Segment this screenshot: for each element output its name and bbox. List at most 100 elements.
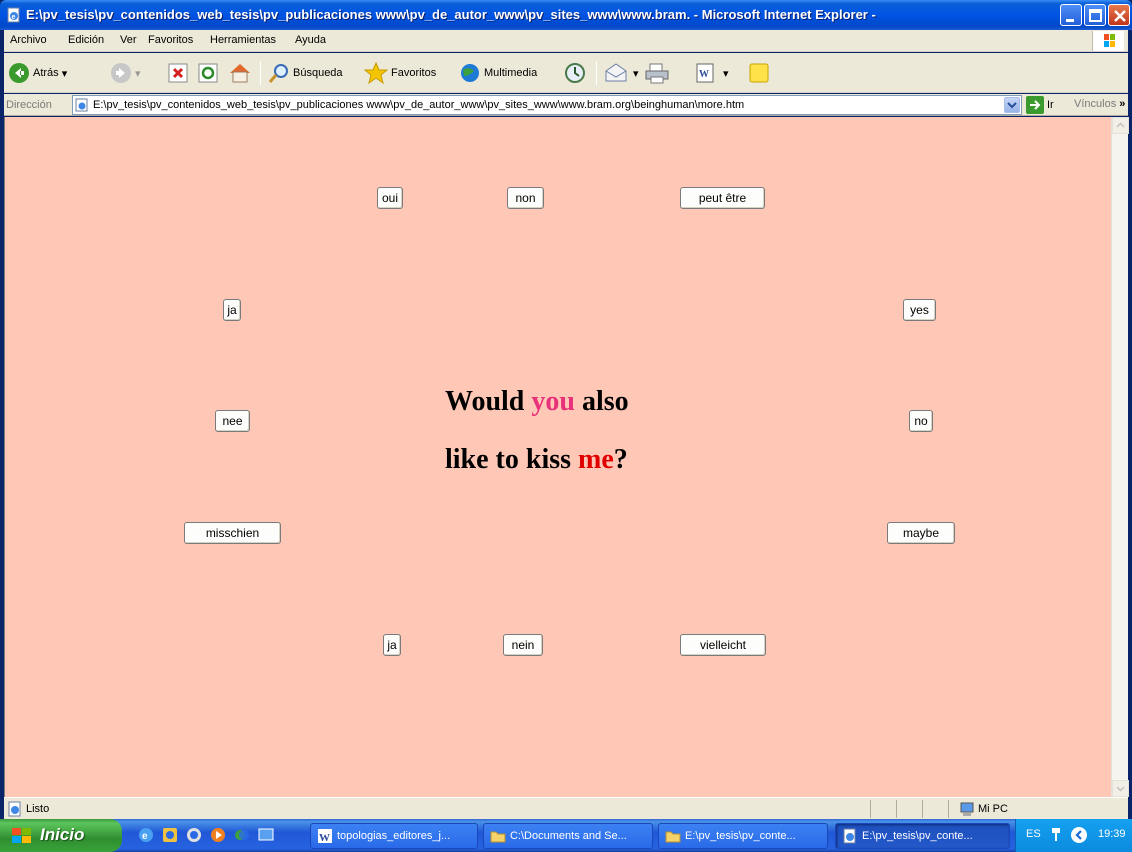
search-icon (268, 64, 288, 83)
mail-dropdown-icon[interactable]: ▾ (633, 67, 639, 80)
search-label: Búsqueda (293, 67, 343, 79)
menu-edicion[interactable]: Edición (68, 34, 104, 46)
minimize-button[interactable] (1060, 4, 1082, 26)
refresh-button[interactable] (198, 61, 218, 85)
scroll-down-button[interactable] (1112, 780, 1129, 797)
question-line-2: like to kiss me? (445, 431, 765, 489)
taskbar-item-ie-active[interactable]: E:\pv_tesis\pv_conte... (835, 823, 1010, 849)
note-icon (749, 63, 769, 83)
answer-button-maybe[interactable]: maybe (887, 522, 955, 544)
edit-word-button[interactable]: W ▾ (694, 61, 729, 85)
answer-button-peut-etre[interactable]: peut être (680, 187, 765, 209)
answer-button-nee[interactable]: nee (215, 410, 250, 432)
address-dropdown-button[interactable] (1004, 97, 1020, 113)
links-text: Vínculos (1074, 98, 1117, 110)
stop-button[interactable] (168, 61, 188, 85)
back-button[interactable]: Atrás ▾ (8, 61, 67, 85)
minimize-icon (1066, 19, 1074, 22)
maximize-button[interactable] (1084, 4, 1106, 26)
back-arrow-icon (9, 63, 29, 83)
menu-bar: Archivo Edición Ver Favoritos Herramient… (4, 30, 1128, 52)
page-icon (75, 98, 88, 112)
forward-arrow-icon (111, 63, 131, 83)
close-button[interactable] (1108, 4, 1130, 26)
go-label: Ir (1047, 99, 1054, 111)
toolbar-separator (596, 61, 597, 85)
svg-text:e: e (142, 831, 148, 842)
question-me: me (578, 444, 614, 475)
zone-label: Mi PC (978, 803, 1008, 815)
taskbar-item-label: E:\pv_tesis\pv_conte... (862, 830, 973, 842)
word-document-icon: W (696, 63, 714, 83)
taskbar-item-documents[interactable]: C:\Documents and Se... (483, 823, 653, 849)
address-url: E:\pv_tesis\pv_contenidos_web_tesis\pv_p… (93, 99, 745, 111)
answer-button-nein[interactable]: nein (503, 634, 543, 656)
menu-archivo[interactable]: Archivo (10, 34, 47, 46)
answer-button-misschien[interactable]: misschien (184, 522, 281, 544)
answer-button-no[interactable]: no (909, 410, 933, 432)
links-label[interactable]: Vínculos » (1074, 98, 1125, 110)
answer-button-non[interactable]: non (507, 187, 544, 209)
title-bar[interactable]: e E:\pv_tesis\pv_contenidos_web_tesis\pv… (0, 0, 1132, 30)
network-icon[interactable] (1050, 827, 1062, 843)
mail-button[interactable]: ▾ (604, 61, 639, 85)
favorites-button[interactable]: Favoritos (364, 61, 436, 85)
windows-logo-icon (1092, 31, 1124, 51)
quicklaunch-messenger-icon[interactable] (234, 827, 250, 843)
answer-button-ja-bottom[interactable]: ja (383, 634, 401, 656)
status-bar: Listo Mi PC (4, 797, 1128, 819)
address-label: Dirección (6, 99, 52, 111)
question-text: ? (613, 444, 628, 475)
start-button[interactable]: Inicio (0, 819, 122, 852)
chevron-up-icon (1116, 122, 1125, 128)
menu-favoritos[interactable]: Favoritos (148, 34, 193, 46)
print-button[interactable] (644, 61, 670, 85)
chevron-left-icon[interactable] (1070, 826, 1088, 844)
quicklaunch-outlook-icon[interactable] (162, 827, 178, 843)
quicklaunch-media-icon[interactable] (210, 827, 226, 843)
answer-button-yes[interactable]: yes (903, 299, 936, 321)
favorites-label: Favoritos (391, 67, 437, 79)
address-input[interactable]: E:\pv_tesis\pv_contenidos_web_tesis\pv_p… (72, 95, 1022, 115)
start-label: Inicio (40, 825, 85, 844)
history-button[interactable] (564, 61, 586, 85)
status-divider (922, 800, 923, 818)
menu-ver[interactable]: Ver (120, 34, 137, 46)
page-content: oui non peut être ja yes nee no misschie… (4, 117, 1129, 797)
forward-button[interactable]: ▾ (110, 61, 141, 85)
svg-text:W: W (699, 69, 709, 80)
stop-icon (168, 63, 188, 83)
print-icon (645, 63, 669, 84)
answer-button-ja-top[interactable]: ja (223, 299, 241, 321)
forward-dropdown-icon[interactable]: ▾ (135, 67, 141, 80)
edit-dropdown-icon[interactable]: ▾ (723, 67, 729, 80)
status-text: Listo (26, 803, 50, 815)
taskbar-item-label: topologias_editores_j... (337, 830, 451, 842)
taskbar-item-word[interactable]: W topologias_editores_j... (310, 823, 478, 849)
quicklaunch-ie-icon[interactable]: e (138, 827, 154, 843)
menu-ayuda[interactable]: Ayuda (295, 34, 326, 46)
my-computer-icon (960, 802, 974, 816)
quicklaunch-desktop-icon[interactable] (258, 827, 274, 843)
back-dropdown-icon[interactable]: ▾ (62, 67, 68, 80)
ie-page-icon: e (7, 7, 20, 23)
scroll-up-button[interactable] (1112, 117, 1129, 134)
page-done-icon (8, 801, 21, 817)
messenger-button[interactable] (748, 61, 770, 85)
answer-button-oui[interactable]: oui (377, 187, 403, 209)
home-button[interactable] (228, 61, 252, 85)
media-label: Multimedia (484, 67, 538, 79)
answer-button-vielleicht[interactable]: vielleicht (680, 634, 766, 656)
chevron-down-icon (1116, 786, 1125, 792)
quicklaunch-browser-icon[interactable] (186, 827, 202, 843)
language-indicator[interactable]: ES (1026, 828, 1041, 840)
go-button[interactable]: Ir (1026, 96, 1054, 114)
clock: 19:39 (1098, 828, 1126, 840)
search-button[interactable]: Búsqueda (268, 61, 343, 85)
taskbar-item-explorer[interactable]: E:\pv_tesis\pv_conte... (658, 823, 828, 849)
menu-herramientas[interactable]: Herramientas (210, 34, 276, 46)
address-bar: Dirección E:\pv_tesis\pv_contenidos_web_… (4, 94, 1128, 116)
taskbar-item-label: C:\Documents and Se... (510, 830, 627, 842)
vertical-scrollbar[interactable] (1111, 117, 1129, 797)
media-button[interactable]: Multimedia (459, 61, 537, 85)
